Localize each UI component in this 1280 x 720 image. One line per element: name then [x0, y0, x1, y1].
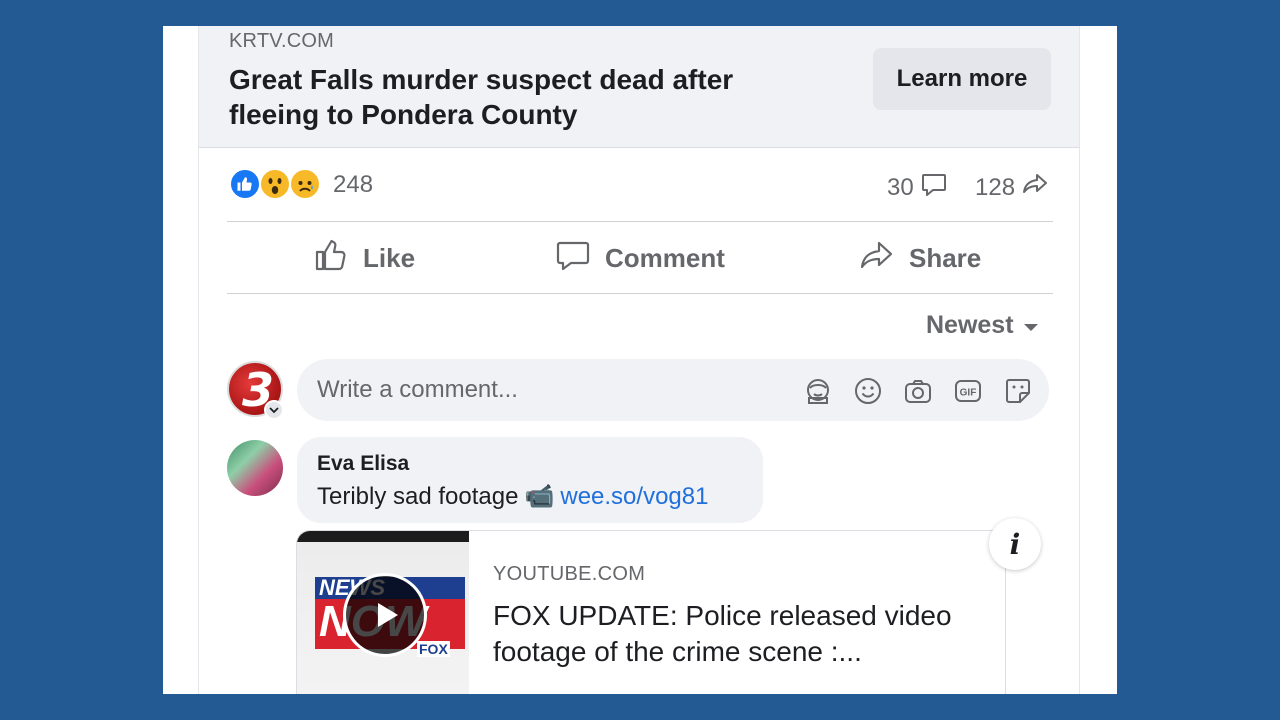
- commenter-avatar[interactable]: [227, 440, 283, 496]
- wow-icon: [259, 168, 291, 200]
- sad-icon: [289, 168, 321, 200]
- link-preview[interactable]: KRTV.COM Great Falls murder suspect dead…: [199, 26, 1079, 148]
- comment-bubble: Eva Elisa Teribly sad footage 📹 wee.so/v…: [297, 437, 763, 523]
- link-preview-domain: KRTV.COM: [229, 30, 334, 52]
- camera-icon[interactable]: [901, 374, 935, 408]
- sort-label: Newest: [926, 311, 1014, 339]
- share-count[interactable]: 128: [975, 170, 1049, 205]
- video-thumbnail[interactable]: NEWS NOW FOX: [297, 531, 469, 694]
- comment-count[interactable]: 30: [887, 170, 948, 205]
- comment-sort-dropdown[interactable]: Newest: [926, 311, 1038, 340]
- post-card: KRTV.COM Great Falls murder suspect dead…: [198, 26, 1080, 694]
- share-button[interactable]: Share: [859, 222, 981, 294]
- like-button[interactable]: Like: [313, 222, 415, 294]
- comment-input-placeholder: Write a comment...: [317, 376, 518, 403]
- gif-icon[interactable]: GIF: [951, 374, 985, 408]
- reactions-summary: 248 30 128: [229, 167, 1053, 207]
- sticker-icon[interactable]: [1001, 374, 1035, 408]
- chevron-down-icon: [1023, 324, 1038, 331]
- comment-count-value: 30: [887, 173, 914, 201]
- avatar-sticker-icon[interactable]: [801, 374, 835, 408]
- youtube-embed-card[interactable]: NEWS NOW FOX YOUTUBE.COM FOX UPDATE: Pol…: [296, 530, 1006, 694]
- info-icon[interactable]: i: [989, 518, 1041, 570]
- comment-button[interactable]: Comment: [555, 222, 725, 294]
- avatar-switch-chevron-icon[interactable]: [264, 400, 284, 420]
- embed-title[interactable]: FOX UPDATE: Police released video footag…: [493, 598, 973, 670]
- share-icon: [859, 237, 895, 280]
- like-button-label: Like: [363, 242, 416, 273]
- comment-author[interactable]: Eva Elisa: [317, 452, 409, 476]
- like-icon: [229, 168, 261, 200]
- comment-input[interactable]: Write a comment... GIF: [297, 359, 1049, 421]
- thumbnail-fox-text: FOX: [417, 641, 450, 657]
- comment-tools: GIF: [801, 374, 1035, 408]
- comment-body: Teribly sad footage: [317, 482, 519, 510]
- divider: [227, 293, 1053, 294]
- reaction-count[interactable]: 248: [333, 171, 373, 199]
- thumbs-up-icon: [313, 237, 349, 280]
- play-icon[interactable]: [343, 573, 427, 657]
- video-camera-icon: 📹: [524, 483, 555, 510]
- post-actions: Like Comment Share: [227, 222, 1053, 294]
- comment-icon: [555, 237, 591, 280]
- screen-panel: KRTV.COM Great Falls murder suspect dead…: [163, 26, 1117, 694]
- comment-text: Teribly sad footage 📹 wee.so/vog81: [317, 482, 708, 511]
- comment-link[interactable]: wee.so/vog81: [560, 483, 708, 511]
- link-preview-title[interactable]: Great Falls murder suspect dead after fl…: [229, 62, 789, 132]
- embed-domain: YOUTUBE.COM: [493, 563, 646, 585]
- share-count-icon: [1021, 170, 1049, 205]
- svg-text:GIF: GIF: [960, 388, 977, 399]
- share-button-label: Share: [909, 242, 982, 273]
- share-count-value: 128: [975, 173, 1016, 201]
- comment-button-label: Comment: [605, 242, 725, 273]
- comment-count-icon: [920, 170, 948, 205]
- learn-more-button[interactable]: Learn more: [873, 48, 1051, 110]
- emoji-icon[interactable]: [851, 374, 885, 408]
